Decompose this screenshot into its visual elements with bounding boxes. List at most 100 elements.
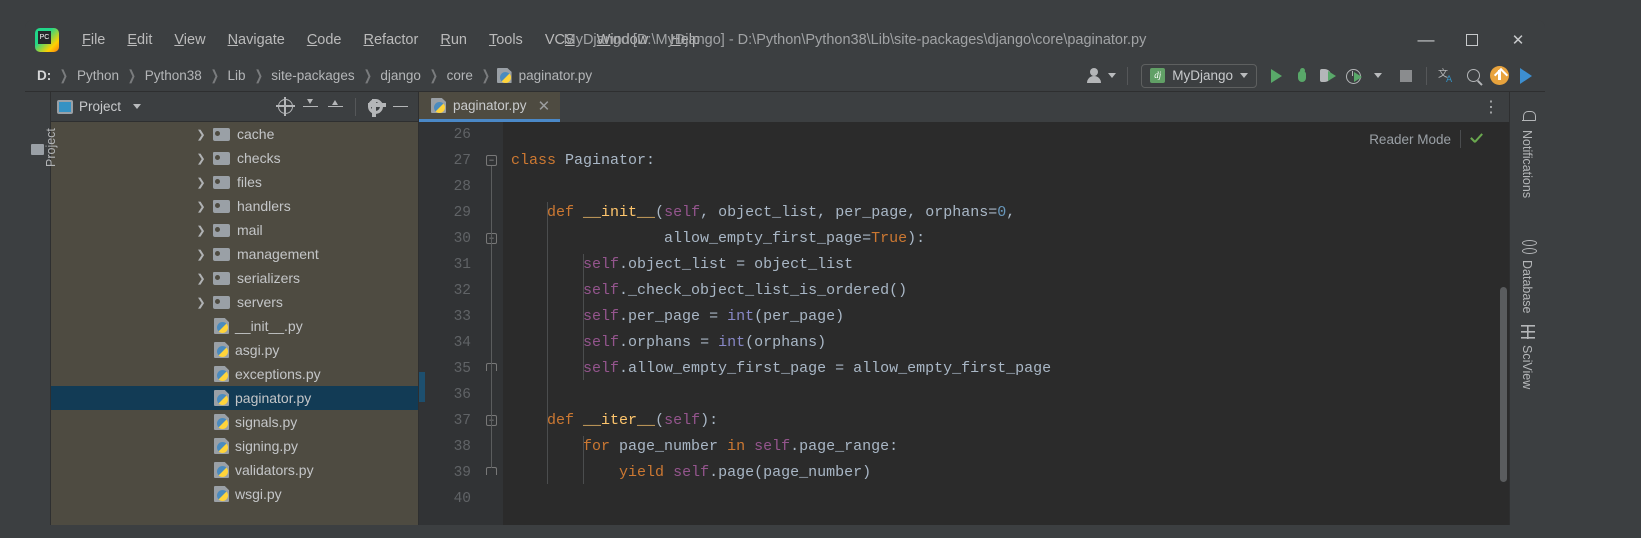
menu-vcs[interactable]: VCS bbox=[534, 28, 586, 52]
chevron-right-icon[interactable]: ❯ bbox=[193, 224, 209, 237]
check-icon[interactable] bbox=[1469, 133, 1483, 147]
tree-item-servers[interactable]: ❯ servers bbox=[51, 290, 418, 314]
line-number: 33 bbox=[453, 309, 471, 325]
python-file-icon bbox=[431, 98, 446, 113]
breadcrumb-item-lib[interactable]: Lib bbox=[226, 68, 248, 83]
chevron-right-icon[interactable]: ❯ bbox=[193, 128, 209, 141]
editor-scrollbar[interactable] bbox=[1500, 287, 1507, 482]
chevron-right-icon[interactable]: ❯ bbox=[193, 200, 209, 213]
chevron-right-icon[interactable]: ❯ bbox=[193, 296, 209, 309]
fold-end-icon[interactable] bbox=[486, 467, 497, 475]
tree-item-checks[interactable]: ❯ checks bbox=[51, 146, 418, 170]
left-strip-project-label[interactable]: Project bbox=[44, 128, 58, 167]
menu-help[interactable]: Help bbox=[659, 28, 711, 52]
debug-button[interactable] bbox=[1289, 63, 1315, 89]
breadcrumb-label: core bbox=[446, 68, 473, 83]
breadcrumb-item-python38[interactable]: Python38 bbox=[143, 68, 204, 83]
breadcrumb-item-core[interactable]: core bbox=[445, 68, 475, 83]
tree-item-exceptions-py[interactable]: exceptions.py bbox=[51, 362, 418, 386]
python-file-icon bbox=[214, 462, 229, 478]
maximize-button[interactable] bbox=[1449, 20, 1495, 60]
settings-gear-icon[interactable] bbox=[367, 98, 386, 117]
chevron-down-icon[interactable] bbox=[133, 104, 142, 109]
menu-window[interactable]: Window bbox=[586, 28, 660, 52]
right-strip-item-notifications[interactable]: Notifications bbox=[1520, 130, 1534, 198]
bell-icon[interactable] bbox=[1522, 110, 1536, 123]
run-browser-button[interactable] bbox=[1513, 63, 1539, 89]
tree-item-wsgi-py[interactable]: wsgi.py bbox=[51, 482, 418, 506]
expand-all-icon[interactable] bbox=[303, 99, 318, 114]
code-line: class Paginator: bbox=[511, 152, 656, 169]
reader-mode-divider bbox=[1460, 130, 1461, 148]
tree-item-paginator-py[interactable]: paginator.py bbox=[51, 386, 418, 410]
user-account-button[interactable] bbox=[1082, 63, 1120, 89]
run-button[interactable] bbox=[1263, 63, 1289, 89]
tree-item-signals-py[interactable]: signals.py bbox=[51, 410, 418, 434]
minimize-button[interactable]: — bbox=[1403, 20, 1449, 60]
fold-region-line bbox=[491, 426, 492, 468]
tree-item-cache[interactable]: ❯ cache bbox=[51, 122, 418, 146]
menu-edit[interactable]: Edit bbox=[116, 28, 163, 52]
right-strip-item-sciview[interactable]: SciView bbox=[1520, 345, 1534, 389]
close-tab-icon[interactable]: ✕ bbox=[538, 97, 551, 115]
tree-item-management[interactable]: ❯ management bbox=[51, 242, 418, 266]
coverage-icon bbox=[1319, 68, 1337, 84]
tree-item-asgi-py[interactable]: asgi.py bbox=[51, 338, 418, 362]
project-panel-icon[interactable] bbox=[31, 144, 44, 155]
coverage-button[interactable] bbox=[1315, 63, 1341, 89]
breadcrumb-item-python[interactable]: Python bbox=[75, 68, 121, 83]
code-viewport[interactable]: Reader Mode 26 27 28 29 30 31 32 33 34 35 36 37 38 39… bbox=[419, 122, 1509, 525]
chevron-right-icon[interactable]: ❯ bbox=[193, 176, 209, 189]
menu-tools[interactable]: Tools bbox=[478, 28, 534, 52]
code-folding-gutter[interactable]: −−− bbox=[481, 122, 503, 525]
stop-button[interactable] bbox=[1393, 63, 1419, 89]
chevron-right-icon[interactable]: ❯ bbox=[193, 248, 209, 261]
editor-options-button[interactable]: ⋮ bbox=[1483, 92, 1509, 122]
breadcrumb-item-site-packages[interactable]: site-packages bbox=[269, 68, 356, 83]
indent-guide bbox=[547, 202, 549, 484]
line-number: 36 bbox=[453, 387, 471, 403]
menu-navigate[interactable]: Navigate bbox=[217, 28, 296, 52]
tree-item-label: cache bbox=[237, 126, 275, 142]
hide-panel-icon[interactable] bbox=[393, 105, 408, 108]
tree-item--init-py[interactable]: __init__.py bbox=[51, 314, 418, 338]
fold-toggle-icon[interactable]: − bbox=[486, 155, 497, 166]
breadcrumb-label: paginator.py bbox=[518, 68, 593, 83]
right-strip-item-database[interactable]: Database bbox=[1520, 260, 1534, 314]
menu-file[interactable]: File bbox=[71, 28, 116, 52]
right-tool-strip: Notifications Database SciView bbox=[1509, 92, 1545, 525]
editor-tab-paginator[interactable]: paginator.py ✕ bbox=[419, 92, 561, 122]
tree-item-handlers[interactable]: ❯ handlers bbox=[51, 194, 418, 218]
menu-refactor[interactable]: Refactor bbox=[353, 28, 430, 52]
menu-code[interactable]: Code bbox=[296, 28, 353, 52]
profile-dropdown[interactable] bbox=[1367, 63, 1393, 89]
locate-icon[interactable] bbox=[276, 97, 295, 116]
tree-item-files[interactable]: ❯ files bbox=[51, 170, 418, 194]
menu-run[interactable]: Run bbox=[429, 28, 478, 52]
chevron-right-icon[interactable]: ❯ bbox=[193, 272, 209, 285]
indent-guide bbox=[583, 254, 585, 380]
translate-button[interactable]: 文 A bbox=[1434, 63, 1460, 89]
window-controls: — ✕ bbox=[1403, 20, 1545, 60]
code-content[interactable]: class Paginator: def __init__(self, obje… bbox=[503, 122, 1509, 525]
database-icon[interactable] bbox=[1522, 240, 1537, 254]
tree-item-serializers[interactable]: ❯ serializers bbox=[51, 266, 418, 290]
tree-item-signing-py[interactable]: signing.py bbox=[51, 434, 418, 458]
toolbar-actions: dj MyDjango 文 A bbox=[1082, 63, 1545, 89]
run-configuration-selector[interactable]: dj MyDjango bbox=[1141, 63, 1257, 88]
menu-view[interactable]: View bbox=[163, 28, 216, 52]
breadcrumb-item-paginator-py[interactable]: paginator.py bbox=[496, 68, 595, 83]
search-everywhere-button[interactable] bbox=[1460, 63, 1486, 89]
update-button[interactable] bbox=[1486, 63, 1513, 89]
breadcrumb-item-d-[interactable]: D: bbox=[35, 68, 53, 83]
tree-item-validators-py[interactable]: validators.py bbox=[51, 458, 418, 482]
collapse-all-icon[interactable] bbox=[328, 99, 343, 114]
project-file-tree[interactable]: ❯ cache ❯ checks ❯ files ❯ handlers ❯ mail ❯ manage… bbox=[51, 122, 418, 525]
profile-button[interactable] bbox=[1341, 63, 1367, 89]
breadcrumb-item-django[interactable]: django bbox=[378, 68, 423, 83]
tree-item-label: signing.py bbox=[235, 438, 299, 454]
grid-icon[interactable] bbox=[1521, 325, 1535, 339]
close-button[interactable]: ✕ bbox=[1495, 20, 1541, 60]
tree-item-mail[interactable]: ❯ mail bbox=[51, 218, 418, 242]
chevron-right-icon[interactable]: ❯ bbox=[193, 152, 209, 165]
